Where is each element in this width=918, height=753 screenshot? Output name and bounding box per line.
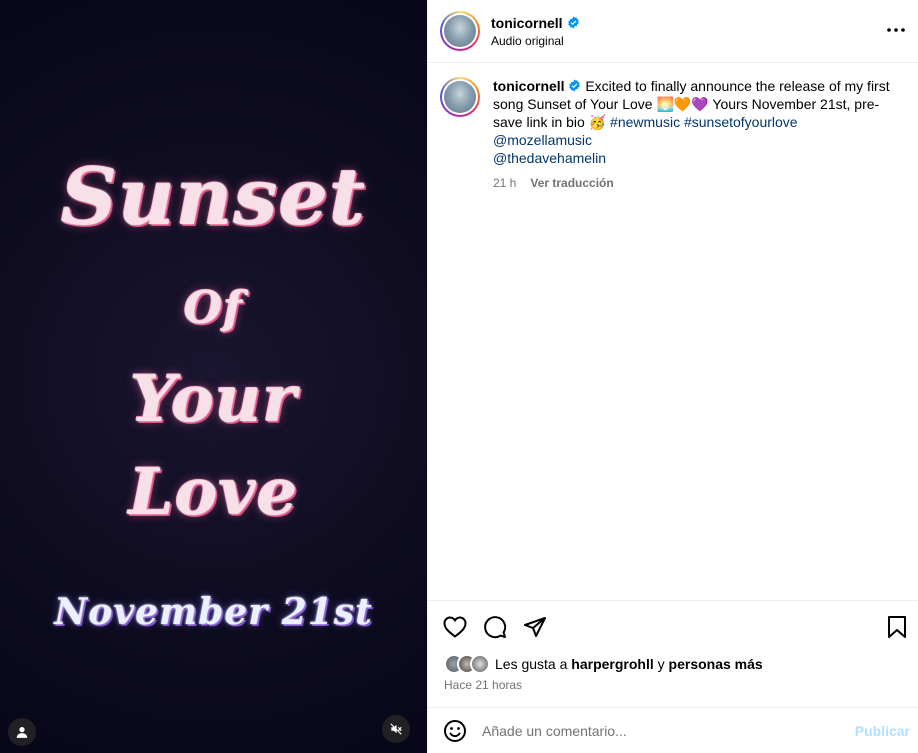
- media-release-date: November 21st: [54, 591, 373, 633]
- post-viewer: Sunset Of Your Love November 21st tonico…: [0, 0, 918, 753]
- likes-prefix: Les gusta a: [495, 656, 568, 672]
- caption-time[interactable]: 21 h: [493, 174, 516, 192]
- media-title-love: Love: [128, 455, 299, 530]
- save-button[interactable]: [884, 614, 910, 640]
- post-header: tonicornell Audio original: [428, 0, 918, 63]
- comment-bar: Publicar: [428, 707, 918, 753]
- mute-icon: [390, 723, 402, 735]
- hashtag-link[interactable]: #newmusic: [610, 114, 680, 130]
- verified-icon: [569, 79, 581, 92]
- header-username[interactable]: tonicornell: [491, 15, 563, 31]
- bookmark-icon: [888, 615, 906, 638]
- liked-by-user-link[interactable]: harpergrohll: [571, 656, 653, 672]
- emoji-button[interactable]: [442, 718, 468, 744]
- avatar[interactable]: [470, 654, 490, 674]
- likes-summary: Les gusta a harpergrohll y personas más: [444, 654, 763, 674]
- mention-link[interactable]: @thedavehamelin: [493, 149, 906, 167]
- post-caption: tonicornell Excited to finally announce …: [428, 63, 918, 192]
- like-button[interactable]: [442, 614, 468, 640]
- verified-icon: [567, 16, 579, 29]
- media-title-sunset: Sunset: [60, 152, 367, 243]
- caption-avatar[interactable]: [440, 77, 480, 117]
- caption-emojis: 🌅🧡💜: [656, 96, 709, 112]
- comment-icon: [484, 615, 507, 638]
- mute-button[interactable]: [382, 715, 410, 743]
- likes-others-link[interactable]: personas más: [669, 656, 763, 672]
- share-icon: [524, 616, 546, 637]
- post-actions-bar: [428, 600, 918, 652]
- comment-input[interactable]: [482, 722, 855, 739]
- more-icon: [887, 28, 905, 32]
- media-title-your: Your: [129, 362, 298, 437]
- caption-username[interactable]: tonicornell: [493, 77, 565, 95]
- share-button[interactable]: [522, 614, 548, 640]
- smiley-icon: [444, 719, 466, 742]
- media-title-of: Of: [183, 283, 244, 334]
- caption-emoji-party: 🥳: [588, 114, 607, 130]
- tagged-user-button[interactable]: [8, 718, 36, 746]
- post-comment-button[interactable]: Publicar: [855, 723, 910, 739]
- avatar[interactable]: [440, 11, 480, 51]
- comment-button[interactable]: [482, 614, 508, 640]
- likes-connector: y: [657, 656, 665, 672]
- more-options-button[interactable]: [886, 20, 906, 40]
- mention-link[interactable]: @mozellamusic: [493, 131, 906, 149]
- user-icon: [16, 727, 28, 738]
- hashtag-link[interactable]: #sunsetofyourlove: [684, 114, 798, 130]
- translate-button[interactable]: Ver traducción: [530, 174, 613, 192]
- audio-label[interactable]: Audio original: [491, 34, 580, 48]
- post-timestamp[interactable]: Hace 21 horas: [444, 678, 522, 692]
- heart-icon: [443, 615, 467, 638]
- post-details-panel: tonicornell Audio original tonicornell E…: [427, 0, 918, 753]
- post-media[interactable]: Sunset Of Your Love November 21st: [0, 0, 427, 753]
